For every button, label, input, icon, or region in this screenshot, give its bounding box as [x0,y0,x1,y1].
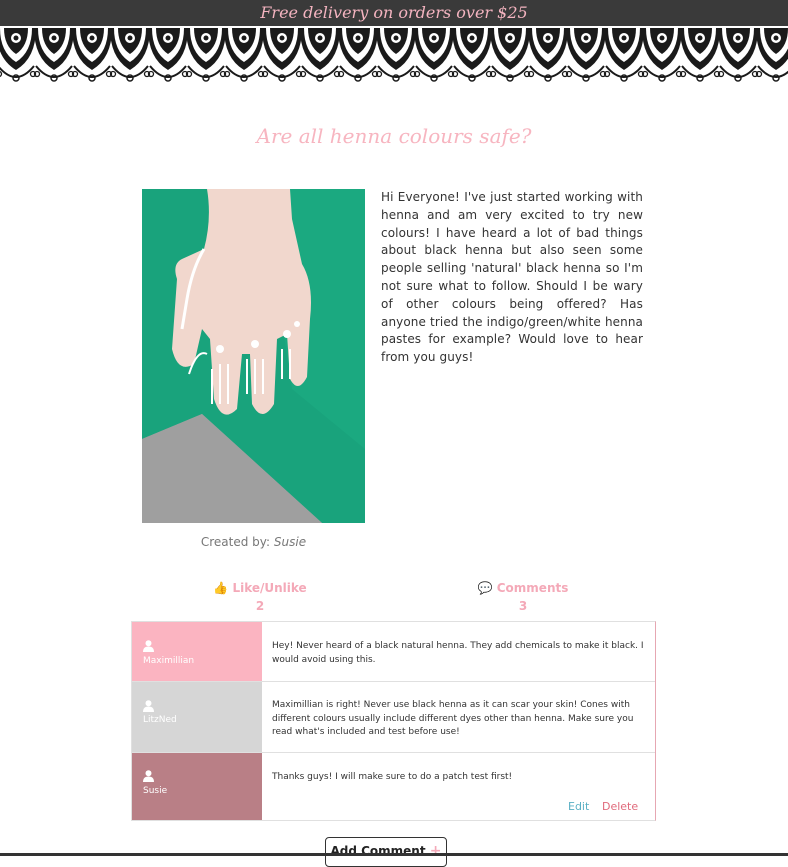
user-icon [143,770,154,782]
edit-comment-button[interactable]: Edit [568,800,589,814]
mandala-motif [299,27,341,82]
mandala-motif [71,27,113,82]
comments-list: Maximillian Hey! Never heard of a black … [131,621,656,821]
promo-text: Free delivery on orders over $25 [260,3,528,22]
mandala-motif [261,27,303,82]
user-icon [143,700,154,712]
mandala-motif [641,27,683,82]
mandala-motif [679,27,721,82]
comment-body: Hey! Never heard of a black natural henn… [272,641,644,665]
plus-icon: + [429,843,442,859]
created-label: Created by: [200,535,271,549]
user-icon [143,640,154,652]
mandala-motif [603,27,645,82]
comment-user-panel: Susie [132,753,262,820]
comments-stat: 💬 Comments 3 [453,581,593,613]
comment-user-panel: LitzNed [132,682,262,752]
like-toggle-button[interactable]: 👍 Like/Unlike 2 [190,581,330,613]
delete-comment-button[interactable]: Delete [602,800,638,814]
mandala-motif [109,27,151,82]
post-image-henna-hand [142,189,365,523]
comment-body: Thanks guys! I will make sure to do a pa… [272,772,513,782]
mandala-motif [0,27,37,82]
comment-username: Maximillian [143,656,195,666]
promo-banner: Free delivery on orders over $25 [0,0,788,26]
comments-count: 3 [518,599,528,613]
comment-body: Maximillian is right! Never use black he… [272,700,634,737]
thumbs-up-icon: 👍 [213,581,229,595]
post-author: Susie [273,535,307,549]
mandala-motif [565,27,607,82]
mandala-motif [375,27,417,82]
mandala-motif [527,27,569,82]
like-label: Like/Unlike [232,581,307,595]
mandala-motif [33,27,75,82]
comments-label: Comments [496,581,569,595]
post-created-by: Created by: Susie [142,535,365,549]
comment-user-panel: Maximillian [132,622,262,681]
comment-text: Maximillian is right! Never use black he… [262,682,655,752]
mandala-motif [337,27,379,82]
comment-item: Susie Thanks guys! I will make sure to d… [132,753,655,820]
post-title: Are all henna colours safe? [256,124,532,148]
speech-bubble-icon: 💬 [477,581,493,595]
mandala-motif [223,27,265,82]
comment-username: Susie [143,786,168,796]
mandala-motif [451,27,493,82]
mandala-motif [717,27,759,82]
mandala-motif [489,27,531,82]
post-body: Hi Everyone! I've just started working w… [381,190,643,365]
mandala-motif [185,27,227,82]
mandala-motif [147,27,189,82]
comment-text: Thanks guys! I will make sure to do a pa… [262,753,655,820]
mandala-motif [413,27,455,82]
comment-item: Maximillian Hey! Never heard of a black … [132,622,655,682]
comment-username: LitzNed [143,715,177,725]
comment-text: Hey! Never heard of a black natural henn… [262,622,655,681]
add-comment-button[interactable]: Add Comment + [325,837,447,867]
like-count: 2 [255,599,265,613]
mandala-border-decoration [0,26,788,84]
comment-item: LitzNed Maximillian is right! Never use … [132,682,655,753]
mandala-motif [755,27,788,82]
